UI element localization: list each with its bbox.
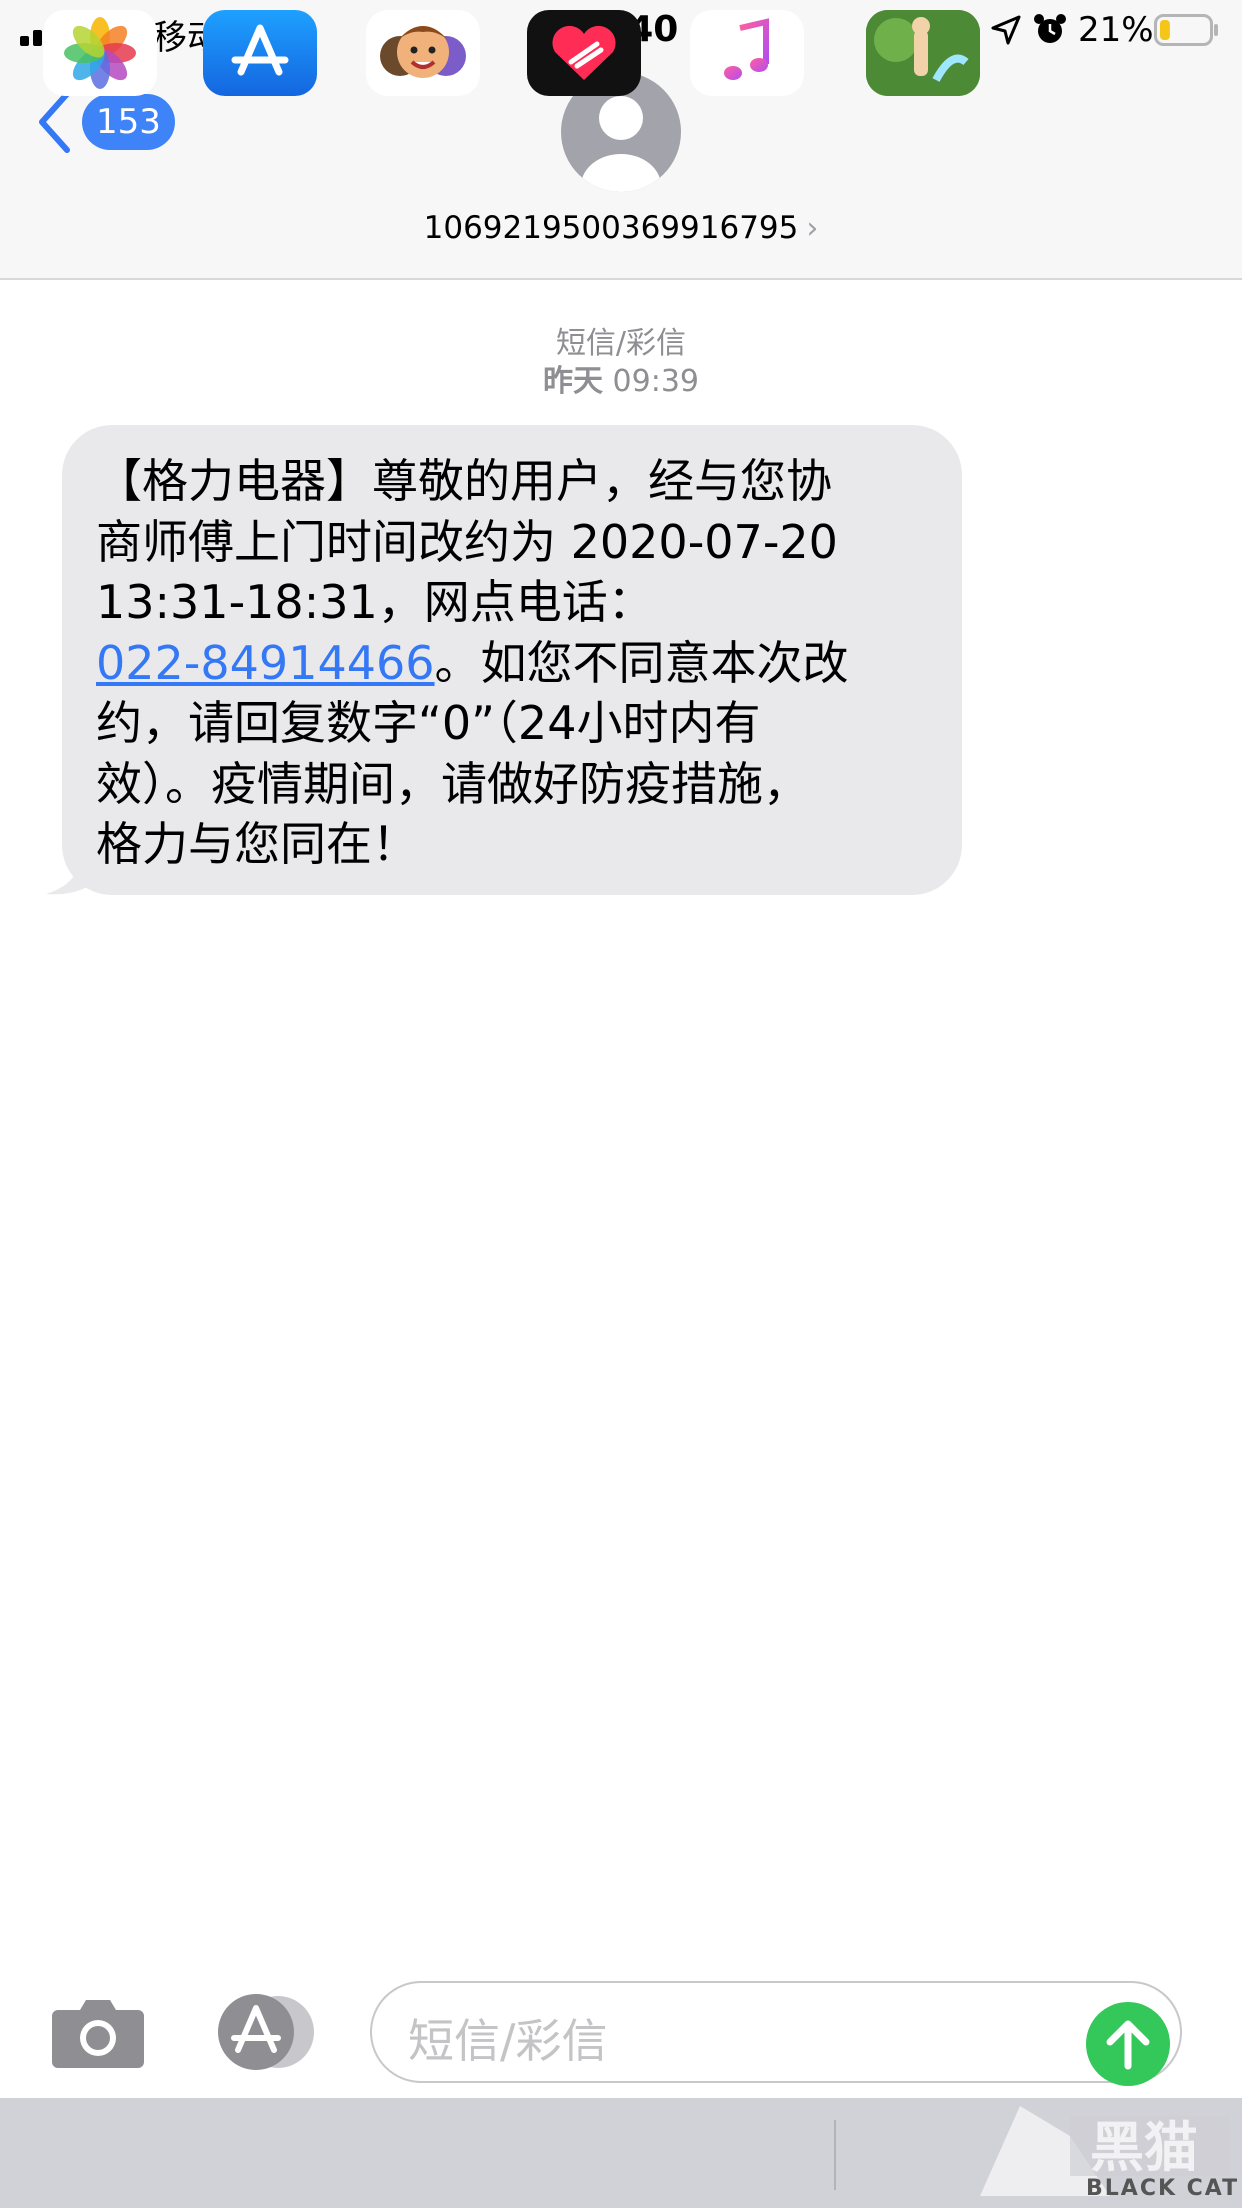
alarm-icon	[1034, 14, 1066, 43]
digital-touch-icon[interactable]	[527, 10, 641, 96]
game-icon[interactable]	[866, 10, 980, 96]
message-line: 格力与您同在！	[96, 817, 418, 871]
timestamp-day: 昨天	[542, 364, 603, 399]
message-line: 13:31-18:31，网点电话：	[96, 575, 654, 629]
appstore-icon[interactable]	[210, 1994, 318, 2070]
message-line-rest: 。如您不同意本次改	[434, 635, 849, 690]
battery-percent: 21%	[1078, 10, 1154, 50]
music-icon[interactable]	[690, 10, 804, 96]
message-input[interactable]: 短信/彩信	[370, 1981, 1182, 2083]
watermark-text: BLACK CAT	[1086, 2176, 1240, 2201]
message-line: 效）。疫情期间，请做好防疫措施，	[96, 756, 809, 811]
battery-icon	[1154, 14, 1218, 46]
send-button[interactable]	[1086, 2002, 1170, 2086]
drawer-divider	[834, 2120, 836, 2190]
message-line: 约，请回复数字“0”（24小时内有	[96, 696, 761, 750]
camera-icon[interactable]	[50, 1994, 146, 2070]
photos-icon[interactable]	[43, 10, 157, 96]
message-line: 商师傅上门时间改约为 2020-07-20	[96, 514, 838, 569]
send-arrow-icon	[1106, 2020, 1150, 2070]
chevron-right-icon: ›	[806, 211, 819, 246]
message-line: 022-84914466。如您不同意本次改	[96, 633, 928, 694]
message-line: 【格力电器】尊敬的用户，经与您协	[96, 454, 832, 508]
timestamp-clock: 09:39	[612, 364, 699, 399]
appstore-icon[interactable]	[203, 10, 317, 96]
contact-number-text: 1069219500369916795	[423, 210, 799, 246]
message-timestamp: 昨天 09:39	[0, 356, 1242, 400]
memoji-icon[interactable]	[366, 10, 480, 96]
contact-number[interactable]: 1069219500369916795 ›	[0, 210, 1242, 246]
back-unread-badge[interactable]: 153	[82, 94, 175, 150]
phone-number-link[interactable]: 022-84914466	[96, 636, 435, 690]
message-text: 【格力电器】尊敬的用户，经与您协 商师傅上门时间改约为 2020-07-20 1…	[96, 451, 928, 875]
back-chevron-icon[interactable]	[34, 90, 74, 154]
location-icon	[991, 15, 1021, 45]
message-bubble[interactable]: 【格力电器】尊敬的用户，经与您协 商师傅上门时间改约为 2020-07-20 1…	[62, 425, 962, 895]
svg-text:黑猫: 黑猫	[1090, 2116, 1198, 2179]
message-input-placeholder: 短信/彩信	[408, 2014, 608, 2068]
